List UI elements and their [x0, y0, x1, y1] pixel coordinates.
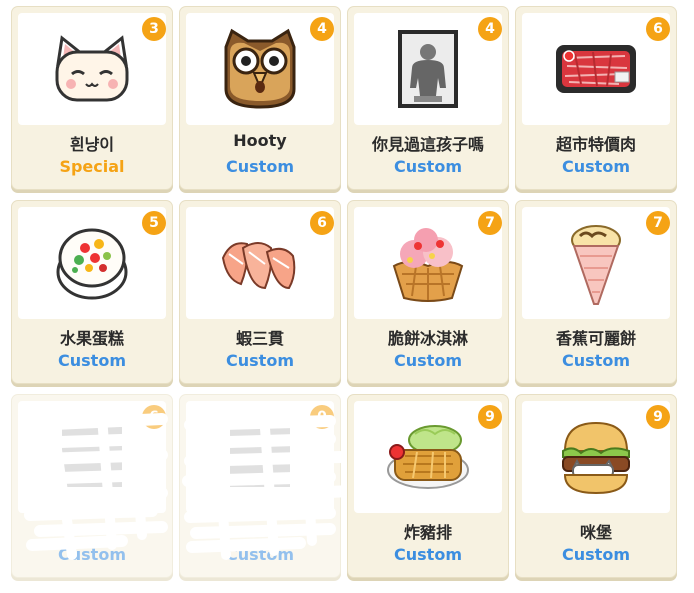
item-type: Custom [226, 545, 294, 564]
count-badge: 3 [142, 17, 166, 41]
item-type: Custom [394, 545, 462, 564]
item-card[interactable]: 6 蝦三貫 Custom [179, 200, 341, 384]
count-badge: 6 [142, 405, 166, 429]
item-card[interactable]: 6 Custom [11, 394, 173, 578]
item-name: 炸豬排 [403, 523, 452, 542]
item-card[interactable]: 9 炸豬排 Custom [347, 394, 509, 578]
item-type: Custom [58, 545, 126, 564]
owl-icon [218, 27, 302, 111]
count-badge: 6 [646, 17, 670, 41]
count-badge: 0 [310, 405, 334, 429]
item-type: Custom [394, 157, 462, 176]
item-type: Custom [58, 351, 126, 370]
item-name: 蝦三貫 [235, 329, 284, 348]
item-name: 水果蛋糕 [59, 329, 124, 348]
count-badge: 9 [478, 405, 502, 429]
item-name: 超市特價肉 [555, 135, 636, 154]
count-badge: 4 [310, 17, 334, 41]
item-grid: 3 흰냥이 Special 4 Hooty Custom 4 你見過這孩子嗎 C… [11, 6, 677, 578]
waffle-ice-cream-icon [388, 222, 468, 304]
redacted-item-icon [52, 417, 132, 497]
count-badge: 7 [646, 211, 670, 235]
item-type: Custom [562, 157, 630, 176]
item-card[interactable]: 3 흰냥이 Special [11, 6, 173, 190]
cat-burger-icon [559, 417, 633, 497]
item-card[interactable]: 0 Custom [179, 394, 342, 578]
shrimp-sushi-icon [219, 234, 301, 292]
item-card[interactable]: 5 水果蛋糕 Custom [11, 200, 173, 384]
item-type: Special [59, 157, 125, 176]
item-type: Custom [562, 351, 630, 370]
count-badge: 4 [478, 17, 502, 41]
redacted-item-icon [220, 417, 300, 497]
item-name: 咪堡 [579, 523, 612, 542]
count-badge: 7 [478, 211, 502, 235]
item-type: Custom [226, 157, 294, 176]
count-badge: 9 [646, 405, 670, 429]
white-cat-icon [52, 34, 132, 104]
item-card[interactable]: 6 超市特價肉 Custom [515, 6, 677, 190]
count-badge: 6 [310, 211, 334, 235]
fruit-cake-icon [55, 224, 129, 302]
item-name: Hooty [233, 131, 287, 150]
item-type: Custom [562, 545, 630, 564]
item-name: 香蕉可麗餅 [555, 329, 636, 348]
item-card[interactable]: 9 咪堡 Custom [515, 394, 677, 578]
item-card[interactable]: 7 香蕉可麗餅 Custom [515, 200, 677, 384]
count-badge: 5 [142, 211, 166, 235]
banana-crepe-icon [566, 220, 626, 306]
item-card[interactable]: 7 脆餅冰淇淋 Custom [347, 200, 509, 384]
meat-tray-icon [555, 44, 637, 94]
framed-portrait-icon [396, 28, 460, 110]
item-card[interactable]: 4 Hooty Custom [179, 6, 341, 190]
item-card[interactable]: 4 你見過這孩子嗎 Custom [347, 6, 509, 190]
pork-cutlet-icon [385, 422, 471, 492]
item-name: 你見過這孩子嗎 [371, 135, 484, 154]
item-type: Custom [226, 351, 294, 370]
item-type: Custom [394, 351, 462, 370]
item-name: 脆餅冰淇淋 [387, 329, 468, 348]
item-name: 흰냥이 [69, 135, 115, 154]
